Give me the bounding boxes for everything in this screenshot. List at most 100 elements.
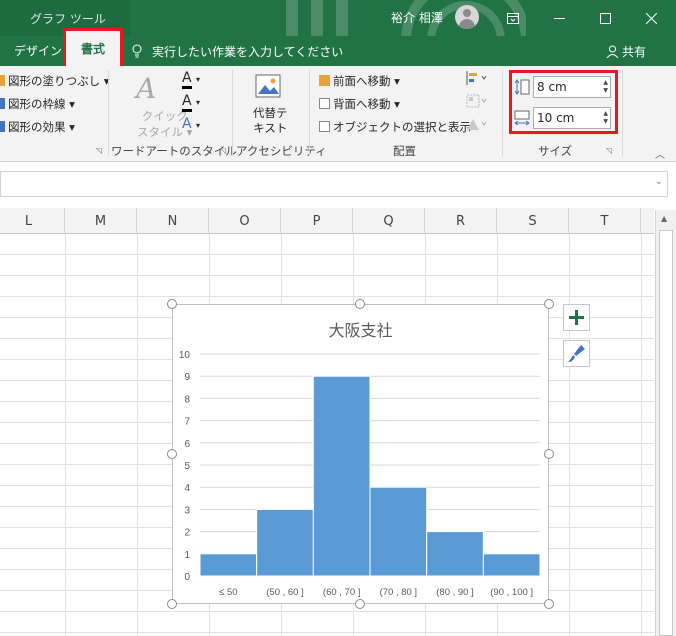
- accessibility-group-label: アクセシビリティ: [236, 144, 327, 158]
- x-tick-label: (80 , 90 ]: [436, 587, 474, 598]
- column-header-q[interactable]: Q: [353, 208, 425, 234]
- chart-styles-button[interactable]: [563, 340, 590, 367]
- lightbulb-icon: [132, 44, 142, 58]
- alt-text-button[interactable]: 代替テ キスト: [253, 106, 288, 136]
- chart-elements-button[interactable]: [563, 304, 590, 331]
- send-backward-icon: [319, 98, 330, 109]
- resize-handle-top-left[interactable]: [167, 299, 177, 309]
- shape-fill-button[interactable]: 図形の塗りつぶし ▾: [0, 73, 110, 89]
- y-tick-label: 4: [184, 483, 190, 494]
- maximize-icon[interactable]: [582, 0, 628, 36]
- resize-handle-bottom[interactable]: [355, 599, 365, 609]
- fill-icon: [0, 75, 5, 86]
- chart-plot: 0 1 2 3 4 5 6 7 8 9 10 ≤ 50 (50 , 60 ] (60 , 70 ] (70 …: [179, 350, 541, 598]
- alt-text-icon: [255, 72, 285, 105]
- tab-design[interactable]: デザイン: [14, 42, 62, 59]
- column-header-l[interactable]: L: [0, 208, 65, 234]
- column-header-s[interactable]: S: [497, 208, 569, 234]
- user-name[interactable]: 裕介 相澤: [391, 9, 443, 26]
- column-header-o[interactable]: O: [209, 208, 281, 234]
- y-tick-label: 6: [184, 439, 190, 450]
- vertical-scrollbar[interactable]: ▲: [655, 210, 676, 636]
- quick-styles-icon: A: [136, 72, 157, 105]
- person-icon: [606, 45, 619, 59]
- scroll-up-icon[interactable]: ▲: [661, 214, 667, 223]
- outline-icon: [0, 98, 5, 109]
- histogram-bar[interactable]: [369, 486, 428, 577]
- height-input[interactable]: 8 cm ▲ ▼: [533, 76, 611, 98]
- histogram-bar[interactable]: [312, 375, 371, 577]
- histogram-bar[interactable]: [199, 553, 258, 577]
- y-tick-label: 1: [184, 550, 190, 561]
- plus-icon: [569, 310, 584, 325]
- column-header-m[interactable]: M: [65, 208, 137, 234]
- align-icon[interactable]: [466, 71, 488, 88]
- x-tick-label: (60 , 70 ]: [323, 587, 361, 598]
- y-tick-label: 3: [184, 505, 190, 516]
- formula-expand-icon[interactable]: ⌄: [655, 176, 663, 187]
- resize-handle-bottom-right[interactable]: [544, 599, 554, 609]
- formula-bar[interactable]: ⌄: [0, 171, 668, 197]
- collapse-ribbon-icon[interactable]: ︿: [655, 146, 665, 161]
- close-icon[interactable]: [628, 0, 674, 36]
- bring-forward-icon: [319, 75, 330, 86]
- resize-handle-left[interactable]: [167, 449, 177, 459]
- effects-icon: [0, 121, 5, 132]
- x-tick-label: (70 , 80 ]: [380, 587, 418, 598]
- share-button[interactable]: 共有: [606, 43, 646, 60]
- height-spinner[interactable]: ▲ ▼: [603, 79, 608, 95]
- y-tick-label: 0: [184, 572, 190, 583]
- y-tick-label: 5: [184, 461, 190, 472]
- rotate-icon[interactable]: [466, 117, 488, 134]
- wordart-launcher-icon[interactable]: ◹: [220, 146, 226, 155]
- height-icon: [514, 79, 530, 95]
- y-tick-label: 2: [184, 528, 190, 539]
- column-header-row: L M N O P Q R S T: [0, 208, 654, 234]
- histogram-bar[interactable]: [482, 553, 541, 577]
- send-backward-button[interactable]: 背面へ移動 ▾: [319, 96, 400, 112]
- tell-me-text: 実行したい作業を入力してください: [152, 45, 344, 59]
- column-header-r[interactable]: R: [425, 208, 497, 234]
- shape-effects-button[interactable]: 図形の効果 ▾: [0, 119, 75, 135]
- scrollbar-thumb[interactable]: [659, 230, 673, 636]
- arrange-group-label: 配置: [393, 144, 416, 158]
- histogram-bar[interactable]: [256, 508, 314, 577]
- width-input[interactable]: 10 cm ▲ ▼: [533, 107, 611, 129]
- text-effects-icon[interactable]: A ▾: [182, 116, 200, 132]
- resize-handle-top[interactable]: [355, 299, 365, 309]
- y-tick-label: 7: [184, 417, 190, 428]
- shape-styles-launcher-icon[interactable]: ◹: [96, 146, 102, 155]
- tab-format[interactable]: 書式: [63, 28, 123, 70]
- shape-outline-button[interactable]: 図形の枠線 ▾: [0, 96, 75, 112]
- column-header-p[interactable]: P: [281, 208, 353, 234]
- size-group-label: サイズ: [538, 144, 573, 158]
- share-label: 共有: [622, 45, 647, 59]
- bring-forward-button[interactable]: 前面へ移動 ▾: [319, 73, 400, 89]
- ribbon-display-icon[interactable]: [490, 0, 536, 36]
- size-launcher-icon[interactable]: ◹: [606, 146, 612, 155]
- group-icon[interactable]: [466, 94, 488, 111]
- avatar[interactable]: [455, 5, 479, 29]
- width-spinner[interactable]: ▲ ▼: [603, 110, 608, 126]
- minimize-icon[interactable]: [536, 0, 582, 36]
- histogram-chart[interactable]: 大阪支社 0 1 2 3 4 5 6 7 8 9 10 ≤ 50 (50 , 60 ] (60 , 70 …: [172, 304, 549, 604]
- y-tick-label: 9: [184, 372, 190, 383]
- selection-pane-icon: [319, 121, 330, 132]
- brush-icon: [568, 345, 585, 362]
- resize-handle-right[interactable]: [544, 449, 554, 459]
- text-fill-icon[interactable]: A ▾: [182, 70, 200, 89]
- tab-format-label: 書式: [80, 42, 105, 56]
- histogram-bar[interactable]: [426, 531, 484, 577]
- text-outline-icon[interactable]: A ▾: [182, 93, 200, 112]
- y-tick-label: 8: [184, 394, 190, 405]
- wordart-group-label: ワードアートのスタイル: [111, 144, 237, 158]
- tell-me-box[interactable]: 実行したい作業を入力してください: [132, 43, 343, 60]
- x-tick-label: (90 , 100 ]: [490, 587, 533, 598]
- column-header-t[interactable]: T: [569, 208, 641, 234]
- x-tick-label: (50 , 60 ]: [266, 587, 304, 598]
- selection-pane-button[interactable]: オブジェクトの選択と表示: [319, 119, 471, 135]
- resize-handle-top-right[interactable]: [544, 299, 554, 309]
- column-header-n[interactable]: N: [137, 208, 209, 234]
- y-tick-label: 10: [179, 350, 191, 361]
- resize-handle-bottom-left[interactable]: [167, 599, 177, 609]
